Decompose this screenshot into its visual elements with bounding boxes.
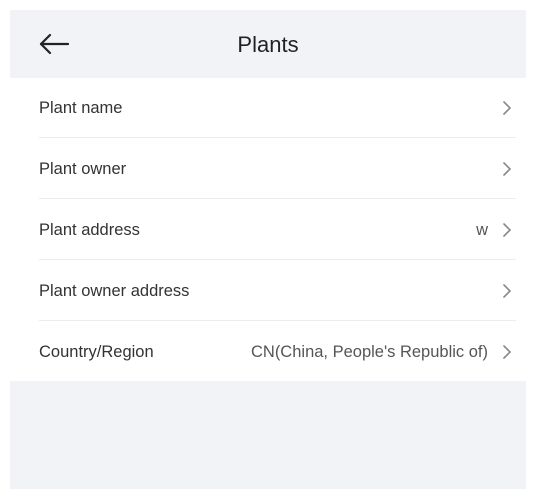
divider bbox=[39, 137, 516, 138]
chevron-right-icon bbox=[503, 284, 511, 298]
row-label: Plant owner bbox=[39, 160, 127, 178]
app-screen: Plants Plant name Plant owner Plant addr… bbox=[10, 10, 526, 489]
plant-info-list: Plant name Plant owner Plant address w P… bbox=[10, 78, 526, 381]
row-plant-address[interactable]: Plant address w bbox=[10, 200, 526, 260]
row-label: Plant address bbox=[39, 221, 140, 239]
arrow-left-icon bbox=[39, 33, 70, 55]
row-plant-name[interactable]: Plant name bbox=[10, 78, 526, 138]
top-bar: Plants bbox=[10, 10, 526, 78]
row-value: CN(China, People's Republic of) bbox=[250, 343, 488, 361]
page-title: Plants bbox=[237, 32, 299, 57]
row-plant-owner[interactable]: Plant owner bbox=[10, 139, 526, 199]
row-label: Plant name bbox=[39, 99, 123, 117]
back-button[interactable] bbox=[36, 30, 72, 58]
chevron-right-icon bbox=[503, 101, 511, 115]
divider bbox=[39, 198, 516, 199]
chevron-right-icon bbox=[503, 162, 511, 176]
row-label: Country/Region bbox=[39, 343, 154, 361]
empty-background-area bbox=[10, 381, 526, 489]
divider bbox=[39, 320, 516, 321]
divider bbox=[39, 259, 516, 260]
row-label: Plant owner address bbox=[39, 282, 190, 300]
row-plant-owner-address[interactable]: Plant owner address bbox=[10, 261, 526, 321]
row-country-region[interactable]: Country/Region CN(China, People's Republ… bbox=[10, 322, 526, 382]
chevron-right-icon bbox=[503, 345, 511, 359]
chevron-right-icon bbox=[503, 223, 511, 237]
row-value: w bbox=[476, 221, 488, 239]
